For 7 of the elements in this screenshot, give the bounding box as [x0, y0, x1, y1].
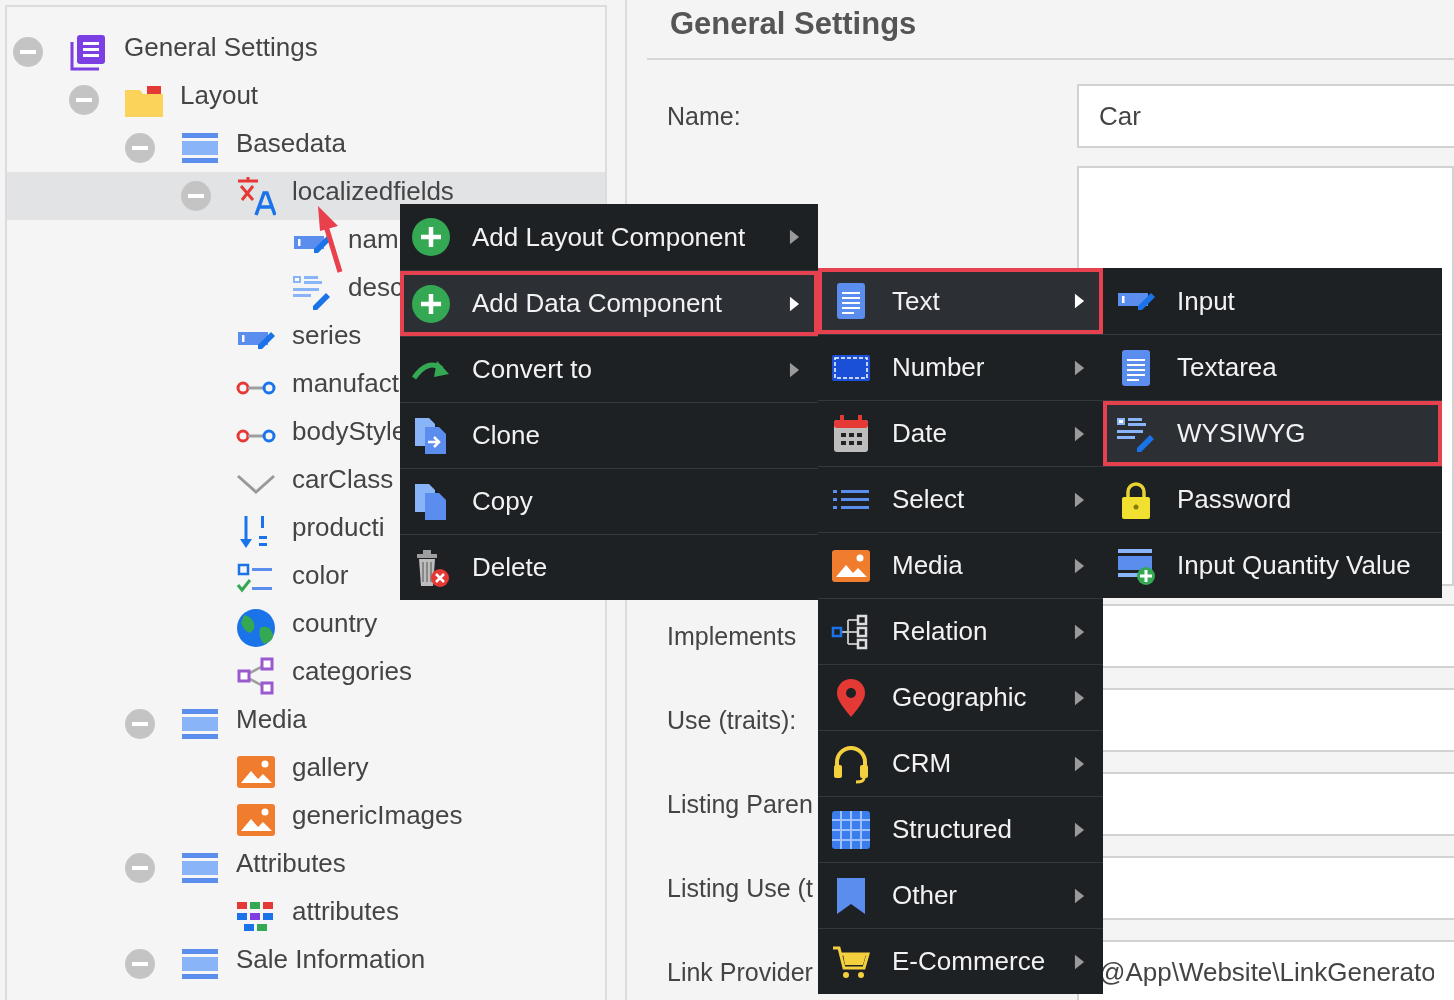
field-label: Listing Use (t — [667, 873, 813, 902]
field-label: Implements — [667, 621, 797, 650]
field-label: Use (traits): — [667, 705, 797, 734]
field-label: Listing Paren — [667, 789, 813, 818]
field-label: Name: — [667, 101, 741, 130]
field-label: Link Provider — [667, 957, 813, 986]
panel-title: General Settings — [670, 6, 917, 42]
